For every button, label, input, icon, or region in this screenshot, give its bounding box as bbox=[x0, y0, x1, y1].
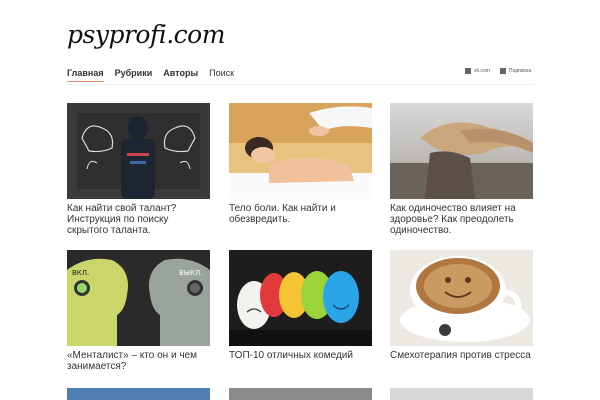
coffee-photo bbox=[390, 250, 533, 346]
article-card[interactable]: Как найти свой талант? Инструкция по пои… bbox=[67, 103, 210, 236]
article-title[interactable]: Тело боли. Как найти и обезвредить. bbox=[229, 203, 372, 225]
article-card[interactable]: ВКЛ. ВЫКЛ. «Менталист» – кто он и чем за… bbox=[67, 250, 210, 372]
article-card[interactable]: Смехотерапия против стресса bbox=[390, 250, 533, 361]
loneliness-photo bbox=[390, 103, 533, 199]
article-image-partial[interactable] bbox=[390, 388, 533, 400]
nav-search[interactable]: Поиск bbox=[209, 66, 234, 82]
article-card[interactable]: ТОП-10 отличных комедий bbox=[229, 250, 372, 361]
site-logo[interactable]: psyprofi.com bbox=[67, 20, 225, 50]
vk-label: vk.com bbox=[474, 68, 490, 74]
subscribe-link[interactable]: Подписка bbox=[499, 68, 532, 74]
article-image-comedies[interactable] bbox=[229, 250, 372, 346]
article-card[interactable] bbox=[229, 388, 372, 400]
nav-categories[interactable]: Рубрики bbox=[115, 66, 153, 82]
article-image-massage[interactable] bbox=[229, 103, 372, 199]
nav-home[interactable]: Главная bbox=[67, 66, 104, 82]
article-image-partial[interactable] bbox=[229, 388, 372, 400]
mentalist-illustration: ВКЛ. ВЫКЛ. bbox=[67, 250, 210, 346]
massage-photo bbox=[229, 103, 372, 199]
main-nav: Главная Рубрики Авторы Поиск bbox=[67, 66, 245, 82]
article-image-partial[interactable] bbox=[67, 388, 210, 400]
article-card[interactable] bbox=[390, 388, 533, 400]
talent-illustration bbox=[67, 103, 210, 199]
vk-icon bbox=[465, 68, 471, 74]
article-title[interactable]: ТОП-10 отличных комедий bbox=[229, 350, 372, 361]
article-card[interactable]: Как одиночество влияет на здоровье? Как … bbox=[390, 103, 533, 236]
nav-authors[interactable]: Авторы bbox=[163, 66, 198, 82]
article-image-laughter[interactable] bbox=[390, 250, 533, 346]
on-label: ВКЛ. bbox=[72, 269, 89, 277]
rss-icon bbox=[499, 68, 506, 74]
eggs-photo bbox=[229, 250, 372, 346]
header-divider bbox=[67, 84, 534, 85]
off-label: ВЫКЛ. bbox=[179, 269, 202, 277]
article-card[interactable] bbox=[67, 388, 210, 400]
article-image-loneliness[interactable] bbox=[390, 103, 533, 199]
article-title[interactable]: Смехотерапия против стресса bbox=[390, 350, 533, 361]
article-image-mentalist[interactable]: ВКЛ. ВЫКЛ. bbox=[67, 250, 210, 346]
article-card[interactable]: Тело боли. Как найти и обезвредить. bbox=[229, 103, 372, 225]
vk-link[interactable]: vk.com bbox=[465, 68, 490, 74]
subscribe-label: Подписка bbox=[508, 68, 532, 74]
article-title[interactable]: «Менталист» – кто он и чем занимается? bbox=[67, 350, 210, 372]
article-title[interactable]: Как одиночество влияет на здоровье? Как … bbox=[390, 203, 533, 236]
article-image-talent[interactable] bbox=[67, 103, 210, 199]
social-links: vk.com Подписка bbox=[465, 68, 541, 74]
article-title[interactable]: Как найти свой талант? Инструкция по пои… bbox=[67, 203, 210, 236]
